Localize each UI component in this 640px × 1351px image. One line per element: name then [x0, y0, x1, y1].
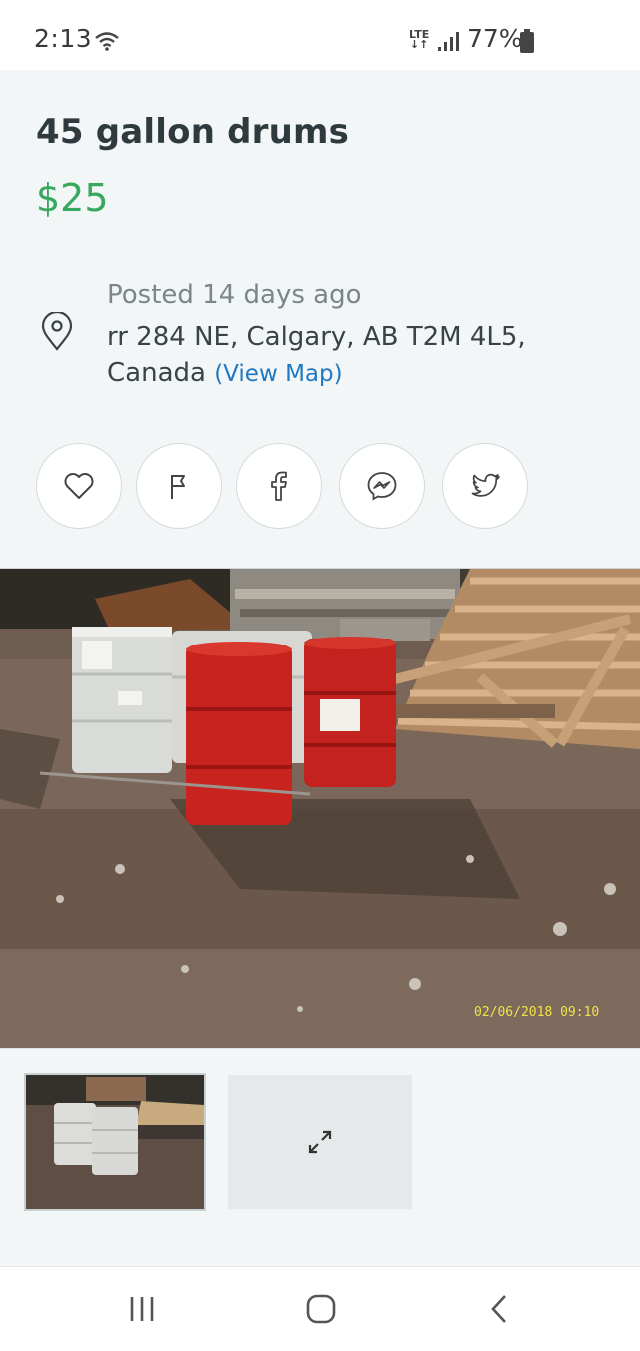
favorite-button[interactable]: [36, 443, 122, 529]
share-facebook-button[interactable]: [236, 443, 322, 529]
battery-icon: [520, 29, 534, 53]
thumbnail-strip: [0, 1048, 640, 1266]
view-map-link[interactable]: (View Map): [214, 361, 342, 387]
system-nav-bar: [0, 1266, 640, 1351]
listing-price: $25: [36, 176, 109, 220]
location-pin-icon: [41, 312, 73, 351]
recent-apps-icon[interactable]: [124, 1291, 160, 1327]
drums-photo-image: [0, 569, 640, 1048]
report-button[interactable]: [136, 443, 222, 529]
battery-percent: 77%: [467, 24, 523, 53]
thumbnail-image: [26, 1075, 204, 1209]
status-time: 2:13: [34, 24, 93, 53]
favorite-icon: [64, 473, 94, 499]
share-messenger-button[interactable]: [339, 443, 425, 529]
posted-date: Posted 14 days ago: [107, 280, 362, 310]
messenger-icon: [367, 472, 397, 501]
fullscreen-button[interactable]: [228, 1075, 412, 1209]
home-icon[interactable]: [303, 1291, 339, 1327]
thumbnail-1[interactable]: [24, 1073, 206, 1211]
wifi-icon: [95, 32, 119, 51]
photo-date-stamp: 02/06/2018 09:10: [474, 1005, 600, 1020]
listing-address: rr 284 NE, Calgary, AB T2M 4L5, Canada (…: [107, 319, 607, 392]
report-flag-icon: [171, 475, 185, 499]
listing-photo[interactable]: 02/06/2018 09:10: [0, 568, 640, 1048]
status-bar: 2:13 LTE ↓↑ 77%: [0, 0, 640, 70]
share-twitter-button[interactable]: [442, 443, 528, 529]
signal-icon: [438, 32, 459, 51]
facebook-icon: [271, 471, 287, 501]
network-type: LTE ↓↑: [409, 28, 430, 51]
back-icon[interactable]: [482, 1291, 518, 1327]
expand-icon: [308, 1130, 332, 1154]
twitter-icon: [471, 473, 500, 497]
listing-title: 45 gallon drums: [36, 112, 350, 152]
